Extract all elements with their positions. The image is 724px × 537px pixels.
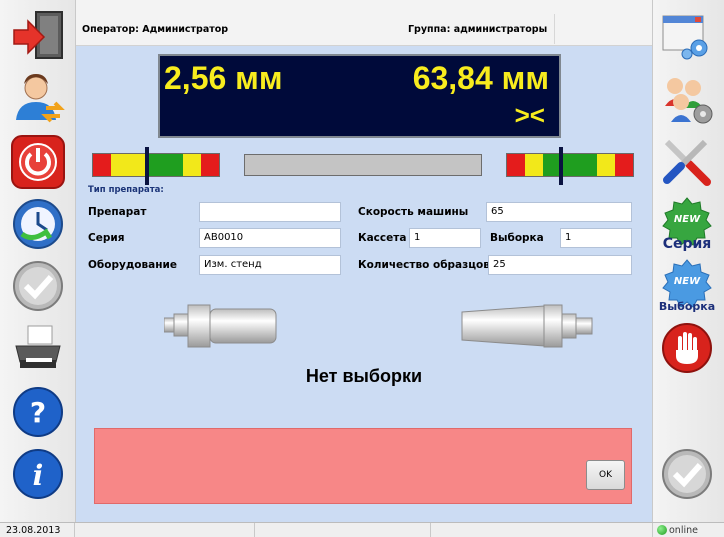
- scale-segment: [507, 154, 525, 176]
- comparison-indicator: ><: [514, 100, 545, 130]
- scale-segment: [165, 154, 183, 176]
- connection-status: online: [657, 525, 698, 536]
- clock-refresh-icon: [13, 199, 63, 249]
- confirm-right-button[interactable]: [659, 446, 715, 502]
- speed-field[interactable]: 65: [486, 202, 632, 222]
- tools-button[interactable]: [659, 134, 715, 190]
- clock-refresh-button[interactable]: [10, 196, 66, 252]
- right-toolbar: NEW Серия NEW Выборка: [652, 0, 724, 522]
- svg-text:NEW: NEW: [674, 276, 701, 287]
- switch-user-button[interactable]: [10, 70, 66, 126]
- scale-segment: [147, 154, 165, 176]
- measurement-right: 63,84 мм: [412, 60, 549, 96]
- count-label: Количество образцов: [358, 259, 490, 271]
- exit-button[interactable]: [10, 8, 66, 64]
- group-label: Группа:: [408, 24, 451, 35]
- stop-hand-icon: [662, 323, 712, 373]
- power-icon: [11, 135, 65, 189]
- message-panel: OK: [94, 428, 632, 504]
- speed-label: Скорость машины: [358, 206, 469, 218]
- divider: [554, 14, 555, 44]
- preparat-field[interactable]: [199, 202, 341, 222]
- window-settings-button[interactable]: [659, 8, 715, 64]
- series-label: Серия: [88, 232, 125, 244]
- checkmark-icon: [662, 449, 712, 499]
- svg-text:Выборка: Выборка: [659, 300, 715, 313]
- measurement-display: 2,56 мм 63,84 мм ><: [158, 54, 561, 138]
- right-tolerance-scale: [506, 147, 634, 185]
- scale-segment: [525, 154, 543, 176]
- equipment-field[interactable]: Изм. стенд: [199, 255, 341, 275]
- sample-label: Выборка: [490, 232, 544, 244]
- left-toolbar: ? i: [0, 0, 76, 522]
- scale-segment: [579, 154, 597, 176]
- connection-label: online: [669, 525, 698, 536]
- group-info: Группа: администраторы: [408, 24, 547, 35]
- right-scale-marker: [559, 147, 563, 185]
- count-field[interactable]: 25: [488, 255, 632, 275]
- progress-bar: [244, 154, 482, 176]
- print-button[interactable]: [10, 320, 66, 376]
- svg-text:Серия: Серия: [663, 236, 712, 252]
- online-indicator-icon: [657, 525, 667, 535]
- new-series-icon: NEW Серия: [662, 197, 712, 252]
- preparat-label: Препарат: [88, 206, 147, 218]
- sample-status-text: Нет выборки: [305, 366, 423, 386]
- svg-text:i: i: [33, 459, 44, 492]
- status-divider: [254, 523, 255, 537]
- left-scale-marker: [145, 147, 149, 185]
- scale-segment: [111, 154, 129, 176]
- scale-segment: [615, 154, 633, 176]
- series-field[interactable]: AB0010: [199, 228, 341, 248]
- power-button[interactable]: [10, 134, 66, 190]
- new-sample-button[interactable]: NEW Выборка: [659, 258, 715, 314]
- scale-segment: [201, 154, 219, 176]
- operator-label: Оператор:: [82, 24, 139, 35]
- users-settings-button[interactable]: [659, 70, 715, 126]
- cassette-label: Кассета: [358, 232, 407, 244]
- drug-type-caption: Тип препарата:: [88, 185, 164, 195]
- scale-segment: [561, 154, 579, 176]
- ok-button[interactable]: OK: [586, 460, 625, 490]
- info-button[interactable]: i: [10, 446, 66, 502]
- part-left-illustration: [164, 304, 277, 348]
- measurement-left: 2,56 мм: [164, 60, 283, 96]
- operator-info: Оператор: Администратор: [82, 24, 228, 35]
- users-settings-icon: [665, 78, 713, 124]
- main-panel: 2,56 мм 63,84 мм >< Тип препарата: Препа…: [76, 46, 652, 522]
- scale-segment: [93, 154, 111, 176]
- left-tolerance-scale: [92, 147, 220, 185]
- equipment-label: Оборудование: [88, 259, 177, 271]
- exit-icon: [13, 11, 63, 59]
- switch-user-icon: [16, 74, 65, 123]
- stop-button[interactable]: [659, 320, 715, 376]
- svg-text:NEW: NEW: [674, 214, 701, 225]
- status-date: 23.08.2013: [6, 525, 61, 536]
- info-icon: i: [13, 449, 63, 499]
- checkmark-icon: [13, 261, 63, 311]
- cassette-field[interactable]: 1: [409, 228, 481, 248]
- status-divider: [652, 523, 653, 537]
- tools-icon: [663, 139, 711, 186]
- info-bar: Оператор: Администратор Группа: админист…: [76, 0, 652, 46]
- status-divider: [74, 523, 75, 537]
- svg-text:?: ?: [30, 396, 46, 429]
- status-bar: 23.08.2013 online: [0, 522, 724, 537]
- printer-icon: [15, 325, 61, 368]
- group-value: администраторы: [453, 24, 548, 35]
- window-settings-icon: [662, 15, 708, 60]
- scale-segment: [597, 154, 615, 176]
- help-icon: ?: [13, 387, 63, 437]
- operator-value: Администратор: [142, 24, 229, 35]
- new-series-button[interactable]: NEW Серия: [659, 196, 715, 252]
- new-sample-icon: NEW Выборка: [659, 259, 715, 313]
- help-button[interactable]: ?: [10, 384, 66, 440]
- status-divider: [430, 523, 431, 537]
- confirm-button[interactable]: [10, 258, 66, 314]
- part-right-illustration: [461, 304, 593, 348]
- sample-field[interactable]: 1: [560, 228, 632, 248]
- scale-segment: [183, 154, 201, 176]
